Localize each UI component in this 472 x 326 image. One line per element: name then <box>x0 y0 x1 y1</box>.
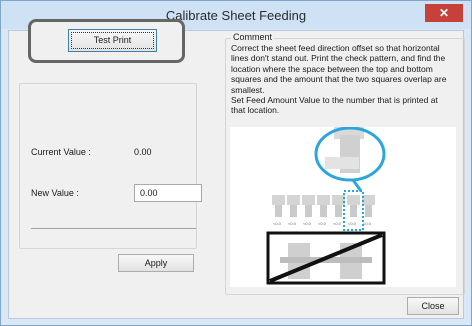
tick-label: <0.0 <box>273 221 282 226</box>
calibration-pattern-svg: <0.0 <0.0 <0.0 <0.0 <0.0 <0.0 <0.0 <box>266 126 386 285</box>
comment-line: smallest. <box>231 84 265 95</box>
tick-label: <0.0 <box>318 221 327 226</box>
comment-line: location where the space between the top… <box>231 63 433 74</box>
tick-label: <0.0 <box>333 221 342 226</box>
close-window-button[interactable]: ✕ <box>425 4 463 22</box>
comment-line: lines don't stand out. Print the check p… <box>231 53 446 64</box>
pattern-tick-labels: <0.0 <0.0 <0.0 <0.0 <0.0 <0.0 <0.0 <box>273 221 372 226</box>
divider <box>31 228 196 229</box>
value-group <box>19 83 197 249</box>
apply-button[interactable]: Apply <box>118 254 194 272</box>
comment-line: Set Feed Amount Value to the number that… <box>231 95 438 106</box>
calibrate-dialog: Calibrate Sheet Feeding ✕ Test Print Cur… <box>0 0 472 326</box>
focus-rectangle <box>71 32 154 49</box>
new-value-label: New Value : <box>31 188 79 198</box>
magnified-pattern <box>314 126 386 192</box>
tick-label: <0.0 <box>288 221 297 226</box>
current-value-label: Current Value : <box>31 147 91 157</box>
incorrect-example <box>266 231 386 285</box>
comment-line: squares and the amount that the two squa… <box>231 74 447 85</box>
close-button[interactable]: Close <box>407 297 459 315</box>
calibration-illustration: <0.0 <0.0 <0.0 <0.0 <0.0 <0.0 <0.0 <box>230 126 456 287</box>
test-print-button[interactable]: Test Print <box>68 29 157 52</box>
current-value-readout: 0.00 <box>134 147 152 157</box>
comment-heading: Comment <box>231 32 275 42</box>
tick-label: <0.0 <box>363 221 372 226</box>
test-print-highlight: Test Print <box>28 19 185 63</box>
comment-line: Correct the sheet feed direction offset … <box>231 43 440 53</box>
new-value-field[interactable]: 0.00 <box>134 184 202 202</box>
close-icon: ✕ <box>438 6 450 20</box>
comment-line: that location. <box>231 105 280 116</box>
tick-label: <0.0 <box>348 221 357 226</box>
comment-text: Correct the sheet feed direction offset … <box>231 43 459 116</box>
tick-label: <0.0 <box>303 221 312 226</box>
